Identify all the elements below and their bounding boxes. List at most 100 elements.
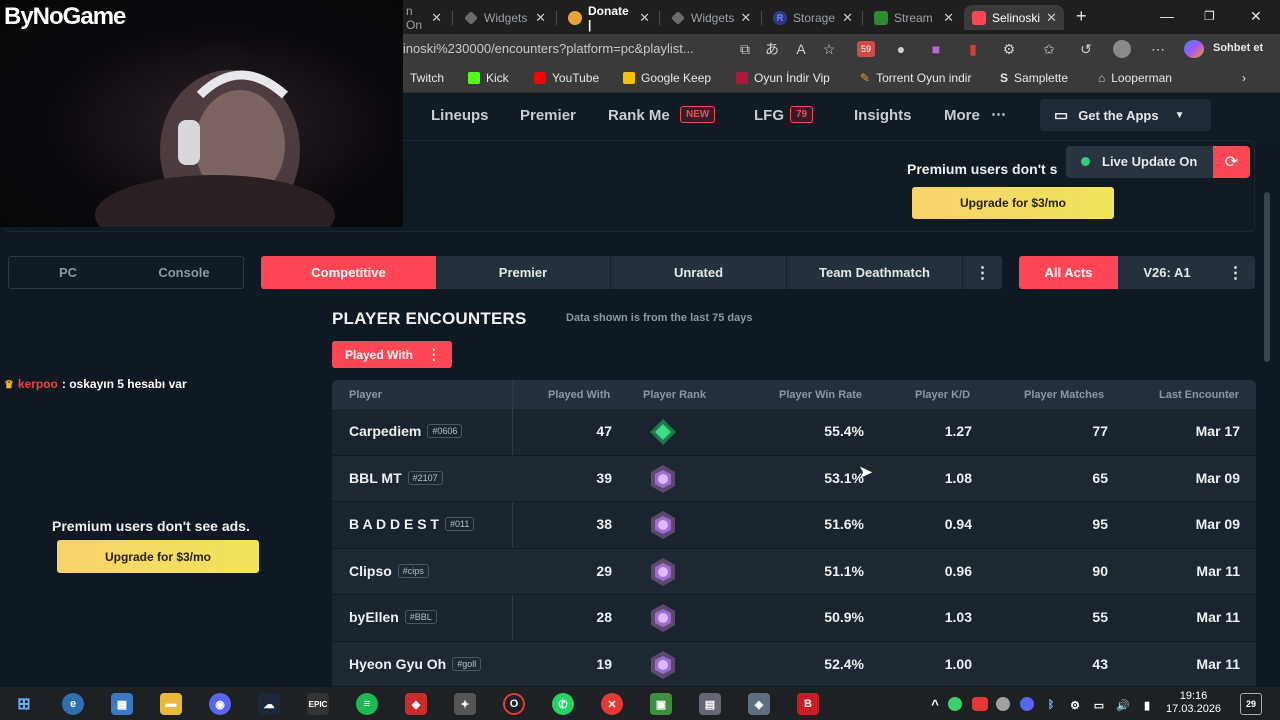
col-last-encounter[interactable]: Last Encounter bbox=[1159, 389, 1239, 401]
history-icon[interactable]: ↺ bbox=[1078, 41, 1094, 57]
player-name-cell[interactable]: BBL MT #2107 bbox=[349, 470, 443, 486]
player-name-cell[interactable]: Carpediem #0606 bbox=[349, 423, 463, 439]
split-screen-icon[interactable]: ⧉ bbox=[737, 41, 753, 57]
acts-v26-a1[interactable]: V26: A1 bbox=[1118, 256, 1216, 289]
mode-competitive[interactable]: Competitive bbox=[261, 256, 436, 289]
refresh-icon[interactable]: ⟳ bbox=[1213, 146, 1250, 178]
tray-app-icon[interactable] bbox=[948, 697, 962, 711]
col-win-rate[interactable]: Player Win Rate bbox=[779, 389, 862, 401]
browser-tab[interactable]: Stream ✕ bbox=[866, 5, 962, 30]
close-icon[interactable]: ✕ bbox=[431, 10, 442, 26]
nav-more[interactable]: More bbox=[944, 107, 980, 124]
extension-icon[interactable]: ■ bbox=[928, 41, 944, 57]
platform-console[interactable]: Console bbox=[126, 256, 242, 289]
nav-lineups[interactable]: Lineups bbox=[431, 107, 489, 124]
browser-tab[interactable]: Widgets ✕ bbox=[456, 5, 554, 30]
col-kd[interactable]: Player K/D bbox=[915, 389, 970, 401]
table-row[interactable]: Carpediem #0606 47 55.4% 1.27 77 Mar 17 bbox=[332, 409, 1256, 456]
extension-notification-icon[interactable]: 59 bbox=[857, 41, 875, 57]
mode-team-deathmatch[interactable]: Team Deathmatch bbox=[787, 256, 963, 289]
bookmark-samplette[interactable]: S Samplette bbox=[1000, 71, 1068, 85]
table-row[interactable]: B A D D E S T #011 38 51.6% 0.94 95 Mar 09 bbox=[332, 502, 1256, 549]
bookmark-google-keep[interactable]: Google Keep bbox=[623, 71, 711, 85]
new-tab-icon[interactable]: + bbox=[1076, 6, 1087, 27]
close-icon[interactable]: ✕ bbox=[943, 10, 954, 26]
epic-games-icon[interactable]: EPIC bbox=[307, 693, 329, 715]
favorites-icon[interactable]: ✩ bbox=[1041, 41, 1057, 57]
nvidia-icon[interactable]: ▣ bbox=[650, 693, 672, 715]
app-icon[interactable]: ▤ bbox=[699, 693, 721, 715]
table-row[interactable]: byEllen #BBL 28 50.9% 1.03 55 Mar 11 bbox=[332, 595, 1256, 642]
restore-icon[interactable]: ❐ bbox=[1204, 9, 1215, 23]
player-name-cell[interactable]: byEllen #BBL bbox=[349, 609, 437, 625]
microphone-icon[interactable]: ▮ bbox=[1140, 694, 1154, 716]
nav-rank-me[interactable]: Rank Me bbox=[608, 107, 670, 124]
minimize-icon[interactable]: — bbox=[1160, 8, 1174, 24]
address-bar-url[interactable]: linoski%230000/encounters?platform=pc&pl… bbox=[400, 41, 694, 56]
side-upgrade-button[interactable]: Upgrade for $3/mo bbox=[57, 540, 259, 573]
copilot-icon[interactable] bbox=[1184, 40, 1204, 58]
profile-avatar-icon[interactable] bbox=[1113, 40, 1131, 58]
tray-app-icon[interactable] bbox=[1020, 697, 1034, 711]
bookmarks-overflow-chevron-icon[interactable]: › bbox=[1242, 71, 1246, 85]
opera-icon[interactable]: O bbox=[503, 693, 525, 715]
close-icon[interactable]: ✕ bbox=[842, 10, 853, 26]
tray-app-icon[interactable] bbox=[972, 697, 988, 711]
bookmark-kick[interactable]: Kick bbox=[468, 71, 509, 85]
col-player[interactable]: Player bbox=[349, 389, 382, 401]
player-name-cell[interactable]: Hyeon Gyu Oh #goll bbox=[349, 656, 482, 672]
more-dots-icon[interactable]: ⋯ bbox=[991, 105, 1006, 123]
bookmark-looperman[interactable]: ⌂ Looperman bbox=[1098, 71, 1172, 85]
upgrade-button[interactable]: Upgrade for $3/mo bbox=[912, 187, 1114, 219]
bookmark-oyun-indir[interactable]: Oyun İndir Vip bbox=[736, 71, 830, 85]
whatsapp-icon[interactable]: ✆ bbox=[552, 693, 574, 715]
close-icon[interactable]: ✕ bbox=[639, 10, 650, 26]
acts-more-icon[interactable]: ⋮ bbox=[1216, 256, 1255, 289]
translate-icon[interactable]: あ bbox=[764, 41, 780, 57]
played-with-filter-button[interactable]: Played With ⋮ bbox=[332, 341, 452, 368]
spotify-icon[interactable]: ≡ bbox=[356, 693, 378, 715]
table-row[interactable]: BBL MT #2107 39 53.1% 1.08 65 Mar 09 bbox=[332, 455, 1256, 502]
browser-tab[interactable]: R Storage ✕ bbox=[765, 5, 861, 30]
nav-lfg[interactable]: LFG bbox=[754, 107, 784, 124]
system-clock[interactable]: 19:16 17.03.2026 bbox=[1166, 690, 1221, 716]
riot-client-icon[interactable]: ✕ bbox=[601, 693, 623, 715]
more-menu-icon[interactable]: ⋯ bbox=[1150, 41, 1166, 57]
network-icon[interactable]: ▭ bbox=[1092, 694, 1106, 716]
bookmark-twitch[interactable]: Twitch bbox=[410, 71, 444, 85]
file-explorer-icon[interactable]: ▬ bbox=[160, 693, 182, 715]
copilot-chat-label[interactable]: Sohbet et bbox=[1213, 42, 1263, 54]
read-aloud-icon[interactable]: A bbox=[793, 41, 809, 57]
bookmark-torrent[interactable]: ✎ Torrent Oyun indir bbox=[860, 71, 971, 85]
col-played-with[interactable]: Played With bbox=[548, 389, 610, 401]
mode-premier[interactable]: Premier bbox=[436, 256, 611, 289]
bookmark-youtube[interactable]: YouTube bbox=[534, 71, 599, 85]
browser-tab[interactable]: Widgets ✕ bbox=[663, 5, 759, 30]
tray-app-icon[interactable]: ⚙ bbox=[1068, 694, 1082, 716]
mode-unrated[interactable]: Unrated bbox=[611, 256, 787, 289]
browser-tab[interactable]: Donate | ✕ bbox=[560, 4, 658, 32]
modes-more-icon[interactable]: ⋮ bbox=[963, 256, 1002, 289]
platform-pc[interactable]: PC bbox=[10, 256, 126, 289]
nav-insights[interactable]: Insights bbox=[854, 107, 912, 124]
valorant-tracker-icon[interactable]: B bbox=[797, 693, 819, 715]
browser-tab-active[interactable]: Selinoski ✕ bbox=[964, 5, 1064, 30]
browser-tab[interactable]: n On ✕ bbox=[398, 4, 450, 32]
get-the-apps-button[interactable]: ▭ Get the Apps ▼ bbox=[1040, 99, 1211, 131]
window-close-icon[interactable]: ✕ bbox=[1250, 8, 1262, 25]
bluetooth-icon[interactable]: ᛒ bbox=[1044, 694, 1058, 716]
windows-start-icon[interactable]: ⊞ bbox=[13, 693, 35, 715]
favorite-star-icon[interactable]: ☆ bbox=[821, 41, 837, 57]
steam-icon[interactable]: ☁ bbox=[258, 693, 280, 715]
discord-icon[interactable]: ◉ bbox=[209, 693, 231, 715]
table-row[interactable]: Hyeon Gyu Oh #goll 19 52.4% 1.00 43 Mar 11 bbox=[332, 641, 1256, 686]
nav-premier[interactable]: Premier bbox=[520, 107, 576, 124]
col-player-rank[interactable]: Player Rank bbox=[643, 389, 706, 401]
page-scrollbar[interactable] bbox=[1264, 192, 1270, 362]
extension-icon[interactable]: ● bbox=[893, 41, 909, 57]
volume-icon[interactable]: 🔊 bbox=[1116, 694, 1130, 716]
notifications-icon[interactable]: 29 bbox=[1240, 693, 1262, 715]
table-row[interactable]: Clipso #cips 29 51.1% 0.96 90 Mar 11 bbox=[332, 548, 1256, 595]
extensions-puzzle-icon[interactable]: ⚙ bbox=[1001, 41, 1017, 57]
close-icon[interactable]: ✕ bbox=[1046, 10, 1057, 26]
